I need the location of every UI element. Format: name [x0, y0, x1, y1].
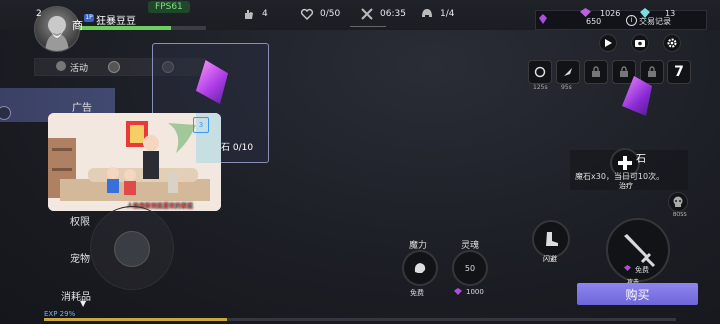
stat-value: 06:35: [380, 9, 406, 19]
exp-label: EXP 29%: [44, 310, 76, 318]
trade-record-link[interactable]: 交易记录: [639, 16, 671, 27]
soul-skill-button[interactable]: 50: [452, 250, 488, 286]
info-title: 石: [636, 154, 646, 165]
ornament-divider: [350, 22, 386, 27]
lock-icon: [592, 66, 600, 77]
settings-button[interactable]: [663, 34, 681, 52]
mana-cost: 免费: [410, 289, 424, 297]
card-count: 石 0/10: [221, 143, 254, 153]
shop-label: 商: [72, 19, 83, 32]
number-badge[interactable]: 7: [667, 60, 691, 84]
beast-head-icon: [414, 263, 426, 273]
hp-bar: [80, 26, 206, 30]
boss-button[interactable]: [668, 192, 688, 212]
sword-icon: [624, 234, 656, 268]
camera-icon: [635, 40, 645, 47]
stat-value: 4: [262, 9, 268, 19]
dodge-button[interactable]: [532, 220, 570, 258]
currency-panel: [535, 10, 707, 30]
video-ad-popup[interactable]: 人极高新到底是欢的家庭 3: [48, 113, 221, 211]
mana-skill-button[interactable]: [402, 250, 438, 286]
video-mini-badge[interactable]: 3: [193, 117, 209, 133]
lock-icon: [648, 66, 656, 77]
buy-button[interactable]: 购买: [577, 283, 698, 305]
player-level: 2: [36, 9, 42, 19]
heal-label: 治疗: [619, 182, 633, 190]
soul-value: 50: [464, 263, 476, 273]
hp-bar-fill: [80, 26, 171, 30]
play-icon: [605, 39, 612, 47]
info-icon[interactable]: i: [626, 15, 637, 26]
crossed-swords-icon: [361, 8, 373, 20]
locked-slot[interactable]: [640, 60, 664, 84]
attack-cost: 免费: [635, 266, 649, 274]
gem-sub-count: 650: [586, 17, 602, 26]
gem-count: 1026: [600, 9, 621, 18]
exp-bar-fill: [44, 318, 228, 321]
stat-value: 0/50: [320, 9, 341, 19]
play-button[interactable]: [599, 34, 617, 52]
side-item-permissions[interactable]: 权限: [70, 213, 90, 228]
stat-heart: 0/50: [300, 7, 340, 21]
heart-icon: [300, 8, 314, 20]
speed-slot-2[interactable]: [556, 60, 580, 84]
soul-cost: 1000: [466, 288, 484, 296]
player-name: 狂暴豆豆: [96, 16, 136, 27]
joystick-knob[interactable]: [114, 231, 150, 267]
side-item-ad[interactable]: 广告: [72, 99, 92, 114]
swirl-icon: [534, 66, 546, 78]
stat-value: 1/4: [440, 9, 455, 19]
speed-label: 125s: [533, 84, 548, 91]
boot-icon: [546, 232, 558, 246]
lock-icon: [620, 66, 628, 77]
helmet-icon: [422, 9, 432, 17]
exp-bar: [44, 318, 676, 321]
dodge-label: 闪避: [543, 255, 557, 263]
chevron-down-icon[interactable]: ▼: [80, 299, 86, 308]
speed-label: 95s: [561, 84, 572, 91]
stat-hand: 4: [242, 7, 268, 21]
hand-icon: [245, 10, 253, 19]
fps-counter: FPS61: [148, 1, 190, 13]
skull-icon: [673, 196, 683, 207]
feather-icon[interactable]: [108, 61, 120, 73]
heal-cross-icon: [618, 156, 632, 170]
side-item-consumables[interactable]: 消耗品: [61, 288, 91, 303]
vip-badge: 1P: [84, 14, 94, 22]
blade-icon: [564, 68, 572, 76]
locked-slot[interactable]: [584, 60, 608, 84]
speed-slot-1[interactable]: [528, 60, 552, 84]
tab-activity[interactable]: 活动: [70, 61, 88, 74]
side-item-pets[interactable]: 宠物: [70, 250, 90, 265]
stat-wave: 1/4: [420, 7, 454, 21]
gear-icon: [667, 38, 677, 48]
boss-label: BOSS: [673, 212, 687, 218]
camera-button[interactable]: [631, 34, 649, 52]
person-icon: [56, 61, 66, 71]
stat-timer: 06:35: [360, 7, 406, 21]
